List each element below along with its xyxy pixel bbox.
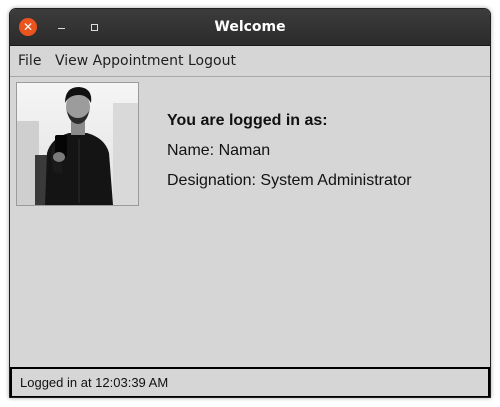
app-window: ✕ Welcome File View Appointment Logout Y… bbox=[9, 8, 491, 398]
login-time-status: Logged in at 12:03:39 AM bbox=[20, 375, 169, 390]
profile-photo bbox=[16, 82, 139, 206]
menu-file[interactable]: File bbox=[18, 53, 41, 69]
main-content: You are logged in as: Name: Naman Design… bbox=[10, 77, 490, 367]
menu-logout[interactable]: Logout bbox=[188, 53, 236, 69]
user-designation: Designation: System Administrator bbox=[167, 172, 412, 189]
user-photo-icon bbox=[17, 83, 138, 205]
title-bar[interactable]: ✕ Welcome bbox=[10, 9, 490, 46]
logged-in-heading: You are logged in as: bbox=[167, 112, 328, 129]
user-name: Name: Naman bbox=[167, 142, 271, 159]
menu-view-appointment[interactable]: View Appointment bbox=[55, 53, 183, 69]
menu-bar: File View Appointment Logout bbox=[10, 46, 490, 77]
status-bar: Logged in at 12:03:39 AM bbox=[10, 367, 490, 397]
window-title: Welcome bbox=[214, 19, 286, 35]
